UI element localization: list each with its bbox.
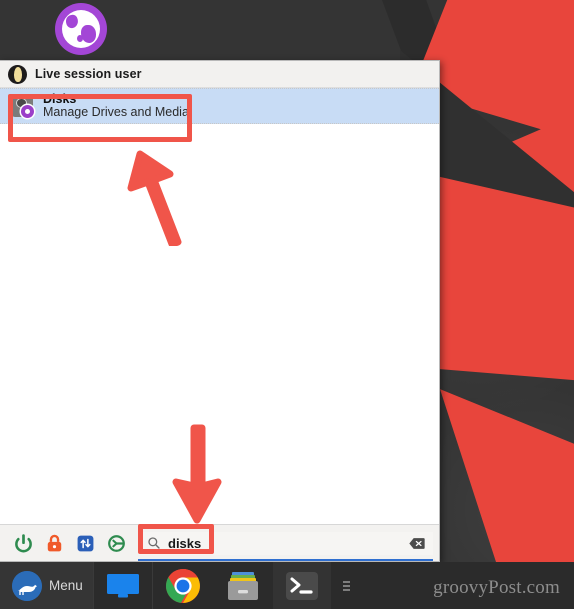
- taskbar-overflow-dots-icon[interactable]: [331, 580, 362, 591]
- globe-landmass-dot: [77, 35, 83, 42]
- dot: [342, 584, 350, 587]
- shutdown-icon[interactable]: [14, 533, 33, 553]
- show-desktop-glyph: [106, 573, 139, 597]
- search-field[interactable]: disks: [138, 531, 433, 561]
- taskbar-terminal-icon[interactable]: [272, 562, 331, 609]
- user-name-label: Live session user: [35, 67, 142, 81]
- disk-drive-icon: [12, 94, 34, 118]
- terminal-glyph: [285, 571, 318, 600]
- user-avatar-icon: [8, 64, 27, 84]
- dot: [342, 588, 350, 591]
- search-input-value[interactable]: disks: [168, 536, 409, 551]
- screenshot-root: Live session user Disks Manage Drives an…: [0, 0, 574, 609]
- gear-badge-icon: [21, 105, 34, 118]
- search-results-list: Disks Manage Drives and Media: [0, 88, 439, 524]
- logout-icon[interactable]: [107, 534, 126, 553]
- mint-glyph: [12, 570, 42, 601]
- taskbar-chrome-icon[interactable]: [153, 562, 213, 609]
- dot: [342, 580, 350, 583]
- list-item-subtitle: Manage Drives and Media: [43, 105, 189, 119]
- files-glyph: [227, 571, 258, 600]
- lock-screen-icon[interactable]: [45, 534, 64, 553]
- watermark-label: groovyPost.com: [433, 577, 560, 598]
- globe-glyph: [62, 10, 100, 48]
- switch-user-icon[interactable]: [76, 534, 95, 553]
- application-menu-panel: Live session user Disks Manage Drives an…: [0, 60, 440, 562]
- search-icon: [148, 537, 160, 549]
- linux-mint-logo-icon: [12, 570, 42, 601]
- list-item[interactable]: Disks Manage Drives and Media: [0, 88, 439, 124]
- purple-globe-icon: [55, 3, 107, 55]
- taskbar-menu-label: Menu: [49, 578, 83, 593]
- chrome-glyph: [165, 568, 200, 603]
- desktop-browser-icon[interactable]: [55, 3, 107, 55]
- panel-footer: disks: [0, 524, 439, 561]
- taskbar-show-desktop-icon[interactable]: [94, 562, 152, 609]
- session-action-icons: [6, 533, 136, 553]
- clear-backspace-icon[interactable]: [409, 537, 425, 550]
- taskbar-menu-button[interactable]: Menu: [0, 562, 93, 609]
- list-item-text: Disks Manage Drives and Media: [43, 91, 189, 120]
- panel-user-header: Live session user: [0, 61, 439, 88]
- taskbar-files-icon[interactable]: [213, 562, 273, 609]
- list-item-title: Disks: [43, 91, 77, 106]
